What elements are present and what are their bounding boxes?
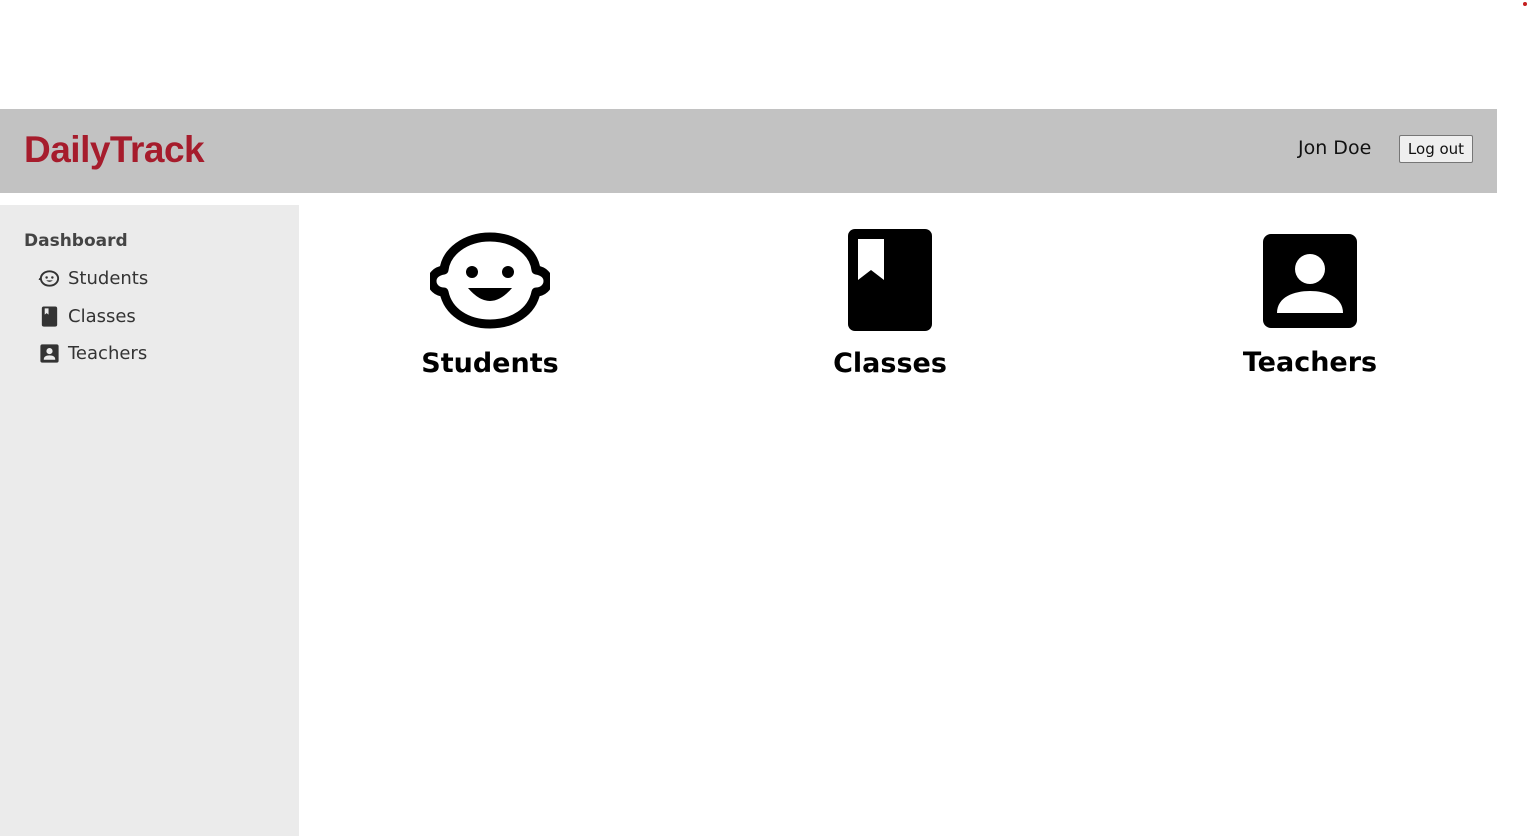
app-page: DailyTrack Jon Doe Log out Dashboard Stu… bbox=[0, 0, 1528, 836]
contact-card-icon bbox=[38, 342, 61, 365]
tile-label: Students bbox=[421, 348, 559, 379]
user-name: Jon Doe bbox=[1298, 137, 1372, 159]
tile-classes[interactable]: Classes bbox=[760, 228, 1020, 379]
sidebar-item-label: Classes bbox=[68, 305, 136, 327]
contact-card-icon bbox=[1180, 233, 1440, 329]
tile-students[interactable]: Students bbox=[360, 230, 620, 379]
status-dot bbox=[1523, 2, 1527, 6]
top-header: DailyTrack Jon Doe Log out bbox=[0, 109, 1497, 193]
bookmark-book-icon bbox=[38, 305, 61, 328]
sidebar-title: Dashboard bbox=[24, 231, 128, 251]
app-logo[interactable]: DailyTrack bbox=[24, 129, 205, 171]
sidebar-item-teachers[interactable]: Teachers bbox=[38, 339, 147, 367]
tile-teachers[interactable]: Teachers bbox=[1180, 233, 1440, 378]
baby-face-icon bbox=[360, 230, 620, 330]
tile-label: Teachers bbox=[1242, 347, 1378, 378]
sidebar-item-label: Students bbox=[68, 267, 149, 289]
sidebar-item-label: Teachers bbox=[68, 342, 148, 364]
sidebar-item-students[interactable]: Students bbox=[38, 264, 148, 292]
bookmark-book-icon bbox=[760, 228, 1020, 332]
tile-label: Classes bbox=[833, 348, 947, 379]
baby-face-icon bbox=[38, 267, 61, 290]
sidebar: Dashboard Students Classes Teachers bbox=[0, 205, 299, 836]
sidebar-item-classes[interactable]: Classes bbox=[38, 302, 136, 330]
logout-button[interactable]: Log out bbox=[1399, 135, 1473, 163]
